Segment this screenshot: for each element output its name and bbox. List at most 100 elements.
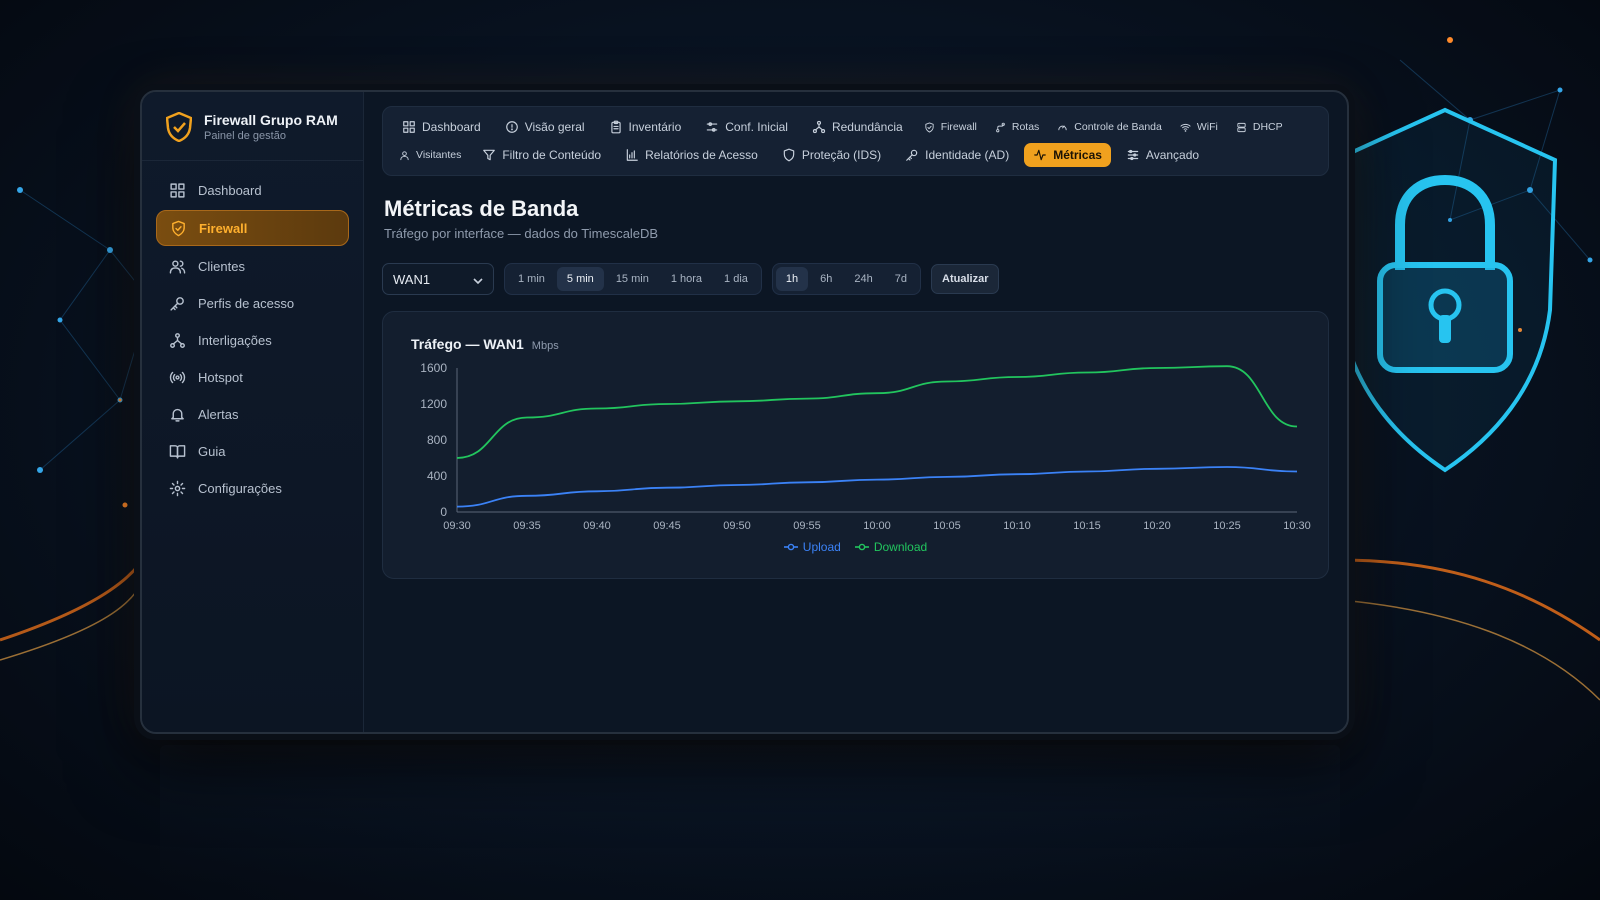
tab-label: Conf. Inicial <box>725 120 788 134</box>
interval-option-5-min[interactable]: 5 min <box>556 267 604 291</box>
x-tick-label: 09:40 <box>583 520 611 532</box>
tab-label: Visitantes <box>416 149 462 161</box>
grid-icon <box>402 120 416 134</box>
x-tick-label: 10:05 <box>933 520 961 532</box>
x-tick-label: 09:30 <box>443 520 471 532</box>
range-segmented-control: 1h 6h 24h 7d <box>771 263 922 295</box>
interval-option-1-hora[interactable]: 1 hora <box>661 267 712 291</box>
sidebar-item-hotspot[interactable]: Hotspot <box>156 360 349 394</box>
chart-legend: Upload Download <box>383 540 1328 554</box>
interval-option-15-min[interactable]: 15 min <box>606 267 659 291</box>
series-line-upload <box>456 466 1298 508</box>
interface-select[interactable]: WAN1 <box>382 263 494 295</box>
sidebar-item-label: Interligações <box>198 332 272 348</box>
tab-label: Proteção (IDS) <box>801 148 882 162</box>
tab-protecao-ids[interactable]: Proteção (IDS) <box>773 143 890 167</box>
brand-subtitle: Painel de gestão <box>204 130 286 142</box>
x-tick-label: 09:55 <box>793 520 821 532</box>
page-title: Métricas de Banda <box>384 196 579 221</box>
legend-item-download[interactable]: Download <box>854 540 928 554</box>
tab-metricas[interactable]: Métricas <box>1024 143 1111 167</box>
tab-relatorios-de-acesso[interactable]: Relatórios de Acesso <box>616 143 767 167</box>
tab-label: Métricas <box>1053 148 1102 162</box>
sidebar-item-guia[interactable]: Guia <box>156 434 349 468</box>
x-tick-label: 10:30 <box>1283 520 1311 532</box>
legend-label: Upload <box>802 540 841 554</box>
users-icon <box>168 257 186 275</box>
sidebar-item-label: Guia <box>198 443 226 459</box>
shield-icon <box>924 121 935 133</box>
legend-label: Download <box>873 540 928 554</box>
x-tick-label: 10:15 <box>1073 520 1101 532</box>
tab-identidade-ad[interactable]: Identidade (AD) <box>896 143 1018 167</box>
bell-icon <box>168 405 186 423</box>
network-icon <box>812 120 826 134</box>
tab-firewall[interactable]: Firewall <box>918 115 983 139</box>
tab-filtro-de-conteudo[interactable]: Filtro de Conteúdo <box>473 143 610 167</box>
tab-avancado[interactable]: Avançado <box>1117 143 1208 167</box>
tab-label: WiFi <box>1196 121 1218 133</box>
range-option-24h[interactable]: 24h <box>844 267 882 291</box>
sidebar-item-label: Perfis de acesso <box>198 295 295 311</box>
range-option-6h[interactable]: 6h <box>810 267 842 291</box>
y-tick-label: 1600 <box>420 361 447 375</box>
book-icon <box>168 442 186 460</box>
x-tick-label: 10:10 <box>1003 520 1031 532</box>
tab-redundancia[interactable]: Redundância <box>803 115 912 139</box>
sidebar-item-label: Firewall <box>199 220 248 236</box>
route-icon <box>995 122 1006 133</box>
chart-controls: WAN1 1 min 5 min 15 min 1 hora 1 dia 1h 6h 24h… <box>382 263 1329 295</box>
brand-block: Firewall Grupo RAM Painel de gestão <box>142 106 363 161</box>
bar-chart-icon <box>625 148 639 162</box>
tab-label: Rotas <box>1011 121 1040 133</box>
user-icon <box>399 150 410 161</box>
tab-label: Visão geral <box>524 120 585 134</box>
tab-rotas[interactable]: Rotas <box>989 115 1045 139</box>
legend-item-upload[interactable]: Upload <box>783 540 841 554</box>
sidebar-item-configuracoes[interactable]: Configurações <box>156 471 349 505</box>
x-tick-label: 10:25 <box>1213 520 1241 532</box>
module-tabbar: Dashboard Visão geral Inventário Conf. I… <box>382 106 1329 176</box>
tab-wifi[interactable]: WiFi <box>1174 115 1224 139</box>
brand-title: Firewall Grupo RAM <box>204 112 338 128</box>
tab-visao-geral[interactable]: Visão geral <box>496 115 594 139</box>
interval-option-1-dia[interactable]: 1 dia <box>714 267 758 291</box>
sidebar-item-perfis-de-acesso[interactable]: Perfis de acesso <box>156 286 349 320</box>
interval-segmented-control: 1 min 5 min 15 min 1 hora 1 dia <box>504 263 762 295</box>
interval-option-1-min[interactable]: 1 min <box>508 267 555 291</box>
activity-icon <box>1033 148 1047 162</box>
sidebar-item-label: Alertas <box>198 406 239 422</box>
x-tick-label: 09:45 <box>653 520 681 532</box>
chart-unit: Mbps <box>531 340 559 352</box>
tab-label: Redundância <box>831 120 903 134</box>
tab-controle-de-banda[interactable]: Controle de Banda <box>1051 115 1168 139</box>
tab-visitantes[interactable]: Visitantes <box>393 143 467 167</box>
sidebar-item-label: Configurações <box>198 480 282 496</box>
chart-title: Tráfego — WAN1 <box>411 336 524 352</box>
page-subtitle: Tráfego por interface — dados do Timesca… <box>384 226 659 241</box>
filter-icon <box>482 148 496 162</box>
y-tick-label: 0 <box>440 505 447 519</box>
sidebar-item-interligacoes[interactable]: Interligações <box>156 323 349 357</box>
shield-icon <box>169 219 187 237</box>
legend-marker-icon <box>854 543 869 551</box>
sidebar-item-alertas[interactable]: Alertas <box>156 397 349 431</box>
shield-check-icon <box>166 112 192 142</box>
tab-conf-inicial[interactable]: Conf. Inicial <box>696 115 797 139</box>
padlock-shield-icon <box>1332 107 1558 473</box>
range-option-1h[interactable]: 1h <box>775 267 809 291</box>
refresh-button[interactable]: Atualizar <box>931 264 1000 294</box>
tab-dhcp[interactable]: DHCP <box>1230 115 1289 139</box>
tab-label: Controle de Banda <box>1074 121 1162 133</box>
sidebar-item-dashboard[interactable]: Dashboard <box>156 173 349 207</box>
range-option-7d[interactable]: 7d <box>885 267 917 291</box>
sidebar-item-firewall[interactable]: Firewall <box>156 210 349 246</box>
tab-dashboard[interactable]: Dashboard <box>393 115 490 139</box>
info-icon <box>505 120 519 134</box>
x-tick-label: 09:35 <box>513 520 541 532</box>
tab-inventario[interactable]: Inventário <box>600 115 691 139</box>
tab-label: Relatórios de Acesso <box>645 148 758 162</box>
chart-header: Tráfego — WAN1 Mbps <box>411 336 1314 352</box>
y-tick-label: 400 <box>427 469 447 483</box>
sidebar-item-clientes[interactable]: Clientes <box>156 249 349 283</box>
